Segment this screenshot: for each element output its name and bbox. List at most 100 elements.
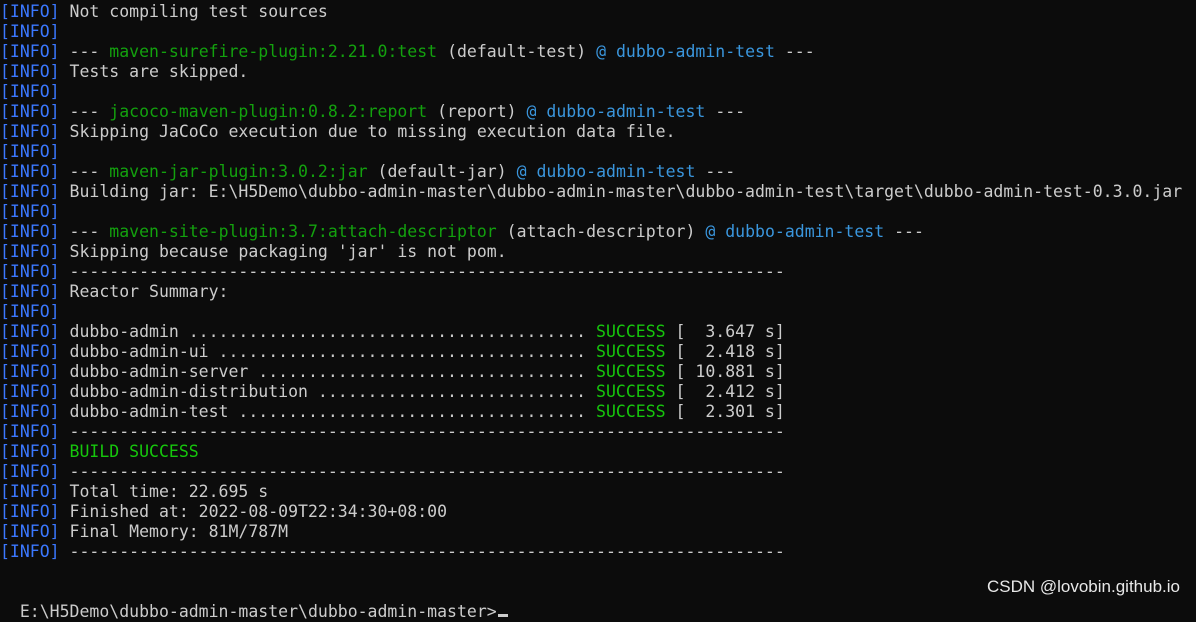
log-message: Not compiling test sources [69, 2, 328, 21]
at-sign: @ [516, 162, 527, 181]
log-line: [INFO] Not compiling test sources [0, 2, 1196, 22]
log-level-tag: [INFO] [0, 202, 60, 221]
module-name: dubbo-admin-distribution ...............… [69, 382, 587, 401]
log-level-tag: [INFO] [0, 522, 60, 541]
execution-id: (attach-descriptor) [506, 222, 696, 241]
separator-dashes: --- [69, 42, 100, 61]
log-line: [INFO] --- jacoco-maven-plugin:0.8.2:rep… [0, 102, 1196, 122]
log-line: [INFO] dubbo-admin .....................… [0, 322, 1196, 342]
log-message: Tests are skipped. [69, 62, 249, 81]
log-message: Reactor Summary: [69, 282, 229, 301]
log-line: [INFO] dubbo-admin-distribution ........… [0, 382, 1196, 402]
watermark: CSDN @lovobin.github.io [986, 577, 1180, 596]
log-line: [INFO] --- maven-jar-plugin:3.0.2:jar (d… [0, 162, 1196, 182]
log-line: [INFO] Building jar: E:\H5Demo\dubbo-adm… [0, 182, 1196, 202]
log-line: [INFO] ---------------------------------… [0, 262, 1196, 282]
module-time: [ 2.301 s] [675, 402, 785, 421]
log-line: [INFO] Final Memory: 81M/787M [0, 522, 1196, 542]
project-name: dubbo-admin-test [615, 42, 775, 61]
log-level-tag: [INFO] [0, 362, 60, 381]
separator-dashes: --- [715, 102, 746, 121]
log-message: ----------------------------------------… [69, 462, 785, 481]
log-message: ----------------------------------------… [69, 422, 785, 441]
log-level-tag: [INFO] [0, 502, 60, 521]
log-line: [INFO] ---------------------------------… [0, 542, 1196, 562]
log-message: Total time: 22.695 s [69, 482, 269, 501]
separator-dashes: --- [69, 102, 100, 121]
plugin-goal: maven-jar-plugin:3.0.2:jar [109, 162, 368, 181]
terminal-output: [INFO] Not compiling test sources [INFO][… [0, 2, 1196, 562]
module-status: SUCCESS [596, 342, 666, 361]
log-level-tag: [INFO] [0, 302, 60, 321]
project-name: dubbo-admin-test [536, 162, 696, 181]
module-status: SUCCESS [596, 382, 666, 401]
log-message: Skipping JaCoCo execution due to missing… [69, 122, 676, 141]
module-name: dubbo-admin-ui .........................… [69, 342, 587, 361]
plugin-goal: jacoco-maven-plugin:0.8.2:report [109, 102, 428, 121]
log-level-tag: [INFO] [0, 242, 60, 261]
log-line: [INFO] Tests are skipped. [0, 62, 1196, 82]
separator-dashes: --- [894, 222, 924, 241]
plugin-goal: maven-site-plugin:3.7:attach-descriptor [109, 222, 497, 241]
log-line: [INFO] [0, 82, 1196, 102]
log-level-tag: [INFO] [0, 462, 60, 481]
project-name: dubbo-admin-test [546, 102, 706, 121]
log-level-tag: [INFO] [0, 222, 60, 241]
log-level-tag: [INFO] [0, 282, 60, 301]
log-line: [INFO] --- maven-surefire-plugin:2.21.0:… [0, 42, 1196, 62]
at-sign: @ [526, 102, 537, 121]
log-level-tag: [INFO] [0, 322, 60, 341]
module-time: [ 3.647 s] [675, 322, 785, 341]
log-level-tag: [INFO] [0, 102, 60, 121]
separator-dashes: --- [69, 162, 100, 181]
log-level-tag: [INFO] [0, 62, 60, 81]
log-message: Skipping because packaging 'jar' is not … [69, 242, 507, 261]
log-level-tag: [INFO] [0, 482, 60, 501]
log-level-tag: [INFO] [0, 262, 60, 281]
log-line: [INFO] ---------------------------------… [0, 422, 1196, 442]
module-status: SUCCESS [596, 322, 666, 341]
build-status: BUILD SUCCESS [69, 442, 199, 461]
log-line: [INFO] BUILD SUCCESS [0, 442, 1196, 462]
command-prompt-line[interactable]: E:\H5Demo\dubbo-admin-master\dubbo-admin… [0, 582, 508, 622]
log-level-tag: [INFO] [0, 182, 60, 201]
log-level-tag: [INFO] [0, 42, 60, 61]
log-line: [INFO] Skipping JaCoCo execution due to … [0, 122, 1196, 142]
log-message: Building jar: E:\H5Demo\dubbo-admin-mast… [69, 182, 1183, 201]
log-line: [INFO] --- maven-site-plugin:3.7:attach-… [0, 222, 1196, 242]
log-line: [INFO] Finished at: 2022-08-09T22:34:30+… [0, 502, 1196, 522]
log-level-tag: [INFO] [0, 542, 60, 561]
text-cursor [497, 614, 508, 617]
log-line: [INFO] [0, 22, 1196, 42]
log-level-tag: [INFO] [0, 142, 60, 161]
log-level-tag: [INFO] [0, 82, 60, 101]
separator-dashes: --- [705, 162, 736, 181]
log-line: [INFO] [0, 202, 1196, 222]
log-message: Finished at: 2022-08-09T22:34:30+08:00 [69, 502, 448, 521]
log-message: Final Memory: 81M/787M [69, 522, 289, 541]
log-message: ----------------------------------------… [69, 262, 785, 281]
execution-id: (default-jar) [377, 162, 507, 181]
log-level-tag: [INFO] [0, 22, 60, 41]
log-line: [INFO] ---------------------------------… [0, 462, 1196, 482]
module-status: SUCCESS [596, 362, 666, 381]
log-level-tag: [INFO] [0, 2, 60, 21]
module-time: [ 10.881 s] [675, 362, 785, 381]
log-line: [INFO] [0, 142, 1196, 162]
log-line: [INFO] dubbo-admin-test ................… [0, 402, 1196, 422]
log-level-tag: [INFO] [0, 402, 60, 421]
separator-dashes: --- [69, 222, 100, 241]
module-status: SUCCESS [596, 402, 666, 421]
log-level-tag: [INFO] [0, 122, 60, 141]
module-name: dubbo-admin-server .....................… [69, 362, 587, 381]
project-name: dubbo-admin-test [725, 222, 885, 241]
log-line: [INFO] Reactor Summary: [0, 282, 1196, 302]
log-line: [INFO] dubbo-admin-ui ..................… [0, 342, 1196, 362]
module-time: [ 2.412 s] [675, 382, 785, 401]
log-level-tag: [INFO] [0, 382, 60, 401]
plugin-goal: maven-surefire-plugin:2.21.0:test [109, 42, 438, 61]
execution-id: (report) [437, 102, 517, 121]
at-sign: @ [705, 222, 716, 241]
log-level-tag: [INFO] [0, 162, 60, 181]
separator-dashes: --- [784, 42, 815, 61]
